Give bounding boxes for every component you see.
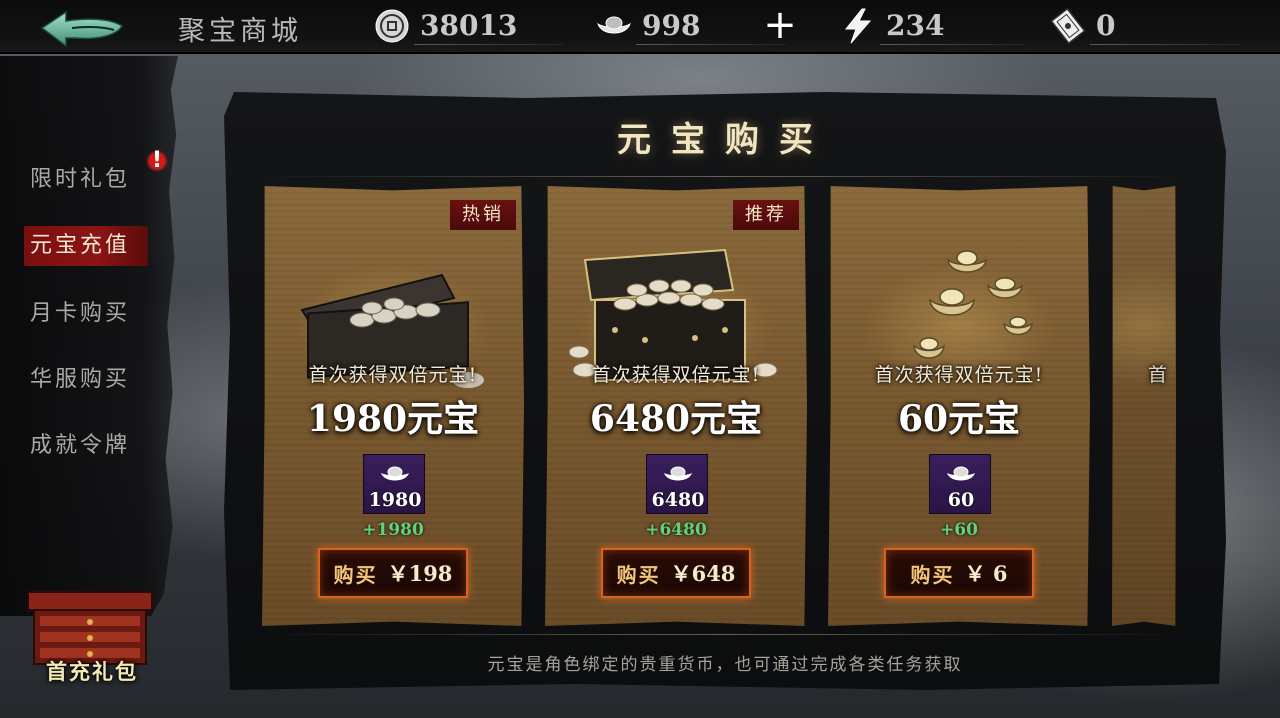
product-card: 首次获得双倍元宝! 60元宝 60 +60 购买 ￥ 6	[828, 186, 1090, 626]
buy-button[interactable]: 购买 ￥648	[601, 548, 751, 598]
first-recharge-gift-button[interactable]: 首充礼包	[22, 582, 162, 692]
price-label: ￥ 6	[964, 561, 1008, 586]
buy-label: 购买	[333, 562, 378, 587]
slot-count: 6480	[651, 489, 705, 511]
buy-button[interactable]: 购买 ￥ 6	[884, 548, 1034, 598]
resource-coin: 38013	[374, 6, 570, 46]
item-slot: 60	[929, 454, 991, 514]
slot-count: 1980	[368, 489, 422, 511]
product-card: 推荐 首次获得双倍元宝! 6480元宝 6480 +6480 购买 ￥648	[545, 186, 807, 626]
sidebar-item-costume[interactable]: 华服购买	[30, 360, 150, 400]
panel-footer-hint: 元宝是角色绑定的贵重货币，也可通过完成各类任务获取	[487, 655, 963, 675]
ingot-icon	[381, 466, 409, 481]
divider	[414, 44, 564, 45]
promo-text: 首次获得双倍元宝!	[591, 364, 761, 386]
alert-badge: !	[146, 146, 168, 176]
sidebar-item-limited-gift[interactable]: 限时礼包	[30, 160, 150, 200]
sidebar	[0, 56, 178, 616]
buy-label: 购买	[910, 562, 955, 587]
bonus-text: +1980	[362, 520, 424, 540]
gift-label: 首充礼包	[46, 659, 138, 684]
bonus-text: +60	[940, 520, 978, 540]
item-slot: 1980	[363, 454, 425, 514]
promo-text: 首次获得双倍元宝!	[874, 364, 1044, 386]
promo-text: 首次获得双倍元宝!	[308, 364, 478, 386]
product-card: 热销 首次获得双倍元宝! 1980元宝 1980 +1980 购买 ￥198	[262, 186, 524, 626]
sidebar-item-achievement-token[interactable]: 成就令牌	[30, 426, 150, 466]
ingot-amount: 1980元宝	[306, 398, 480, 440]
panel-title: 元宝购买	[617, 120, 833, 160]
coin-icon	[375, 9, 409, 43]
back-button[interactable]	[36, 6, 128, 50]
price-label: ￥198	[387, 561, 453, 586]
lightning-icon	[844, 8, 872, 44]
coin-value: 38013	[420, 9, 518, 42]
add-ingot-button[interactable]: +	[762, 5, 798, 45]
back-arrow-icon	[40, 10, 124, 48]
promo-text: 首	[1148, 364, 1169, 386]
stamina-value: 234	[886, 9, 945, 42]
ingot-icon	[664, 466, 692, 481]
slot-count: 60	[947, 489, 975, 511]
bonus-text: +6480	[645, 520, 707, 540]
page-title: 聚宝商城	[178, 16, 302, 47]
divider	[258, 634, 1188, 635]
recharge-panel: 元宝购买 热销 首次获得双倍元宝! 1980元宝 1980 +1980 购买 ￥…	[224, 92, 1226, 690]
item-slot: 6480	[646, 454, 708, 514]
resource-stamina: 234	[840, 6, 1030, 46]
buy-button[interactable]: 购买 ￥198	[318, 548, 468, 598]
ingot-icon	[947, 466, 975, 481]
ticket-icon	[1050, 8, 1086, 44]
divider	[1090, 44, 1240, 45]
ingot-icon	[597, 16, 631, 34]
ingot-amount: 60元宝	[897, 398, 1021, 440]
sidebar-item-monthly-card[interactable]: 月卡购买	[30, 294, 150, 334]
resource-ticket: 0	[1050, 6, 1250, 46]
divider	[880, 44, 1026, 45]
top-bar: 聚宝商城 38013 998 + 234 0	[0, 0, 1280, 54]
price-label: ￥648	[670, 561, 736, 586]
sidebar-item-ingot-recharge[interactable]: 元宝充值	[24, 226, 148, 266]
ticket-value: 0	[1096, 9, 1116, 42]
buy-label: 购买	[616, 562, 661, 587]
divider	[258, 176, 1188, 177]
ingot-amount: 6480元宝	[589, 398, 763, 440]
product-card: 首	[1112, 186, 1176, 626]
ingot-value: 998	[642, 9, 701, 42]
